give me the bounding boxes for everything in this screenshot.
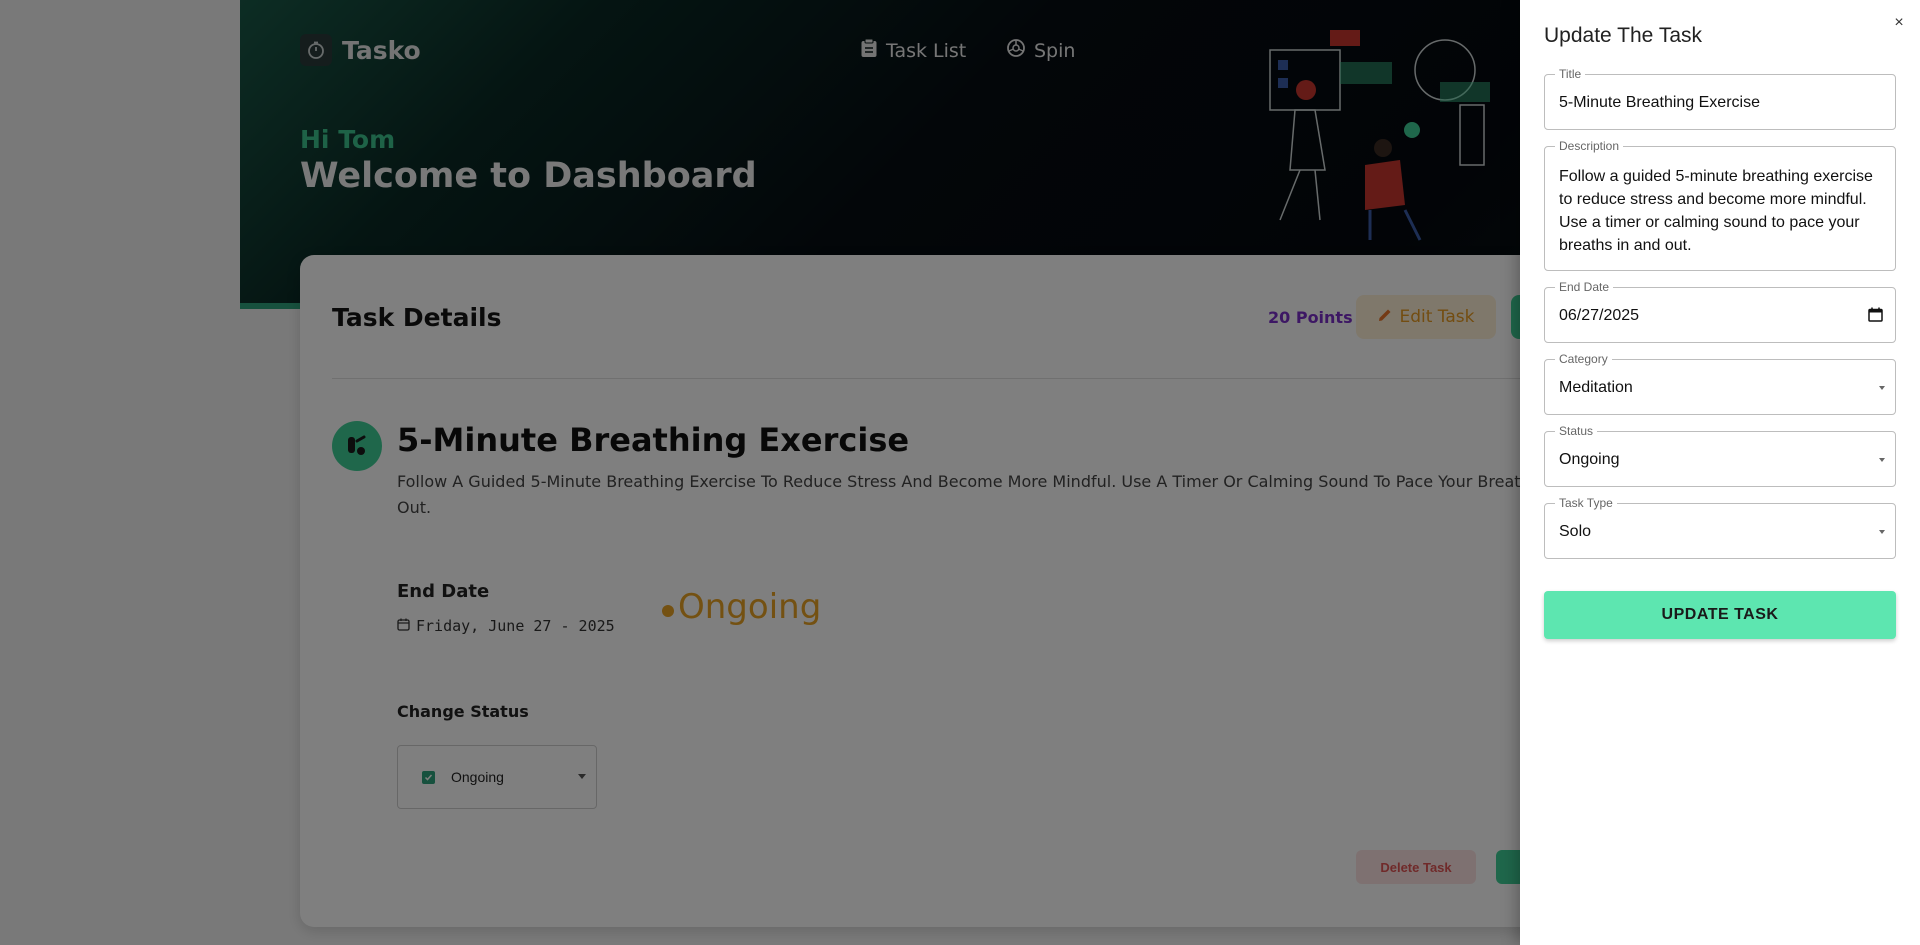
category-field-label: Category [1555,352,1612,366]
chevron-down-icon [1879,458,1885,462]
description-textarea[interactable]: Follow a guided 5-minute breathing exerc… [1559,165,1883,257]
chevron-down-icon [1879,386,1885,390]
chevron-down-icon [1879,530,1885,534]
task-type-select[interactable]: Task Type Solo [1544,496,1896,559]
drawer-title: Update The Task [1544,24,1702,47]
status-value: Ongoing [1559,451,1620,468]
task-type-value: Solo [1559,523,1592,540]
update-task-drawer: Update The Task × Title 5-Minute Breathi… [1520,0,1920,945]
title-field[interactable]: Title 5-Minute Breathing Exercise [1544,67,1896,130]
end-date-field-label: End Date [1555,280,1614,294]
status-select[interactable]: Status Ongoing [1544,424,1896,487]
description-field[interactable]: Description Follow a guided 5-minute bre… [1544,139,1896,271]
status-field-label: Status [1555,424,1598,438]
end-date-input[interactable]: 06/27/2025 [1559,307,1639,325]
description-field-label: Description [1555,139,1624,153]
task-type-field-label: Task Type [1555,496,1617,510]
title-input[interactable]: 5-Minute Breathing Exercise [1559,94,1760,112]
calendar-picker-icon[interactable] [1868,307,1883,327]
update-task-button[interactable]: Update Task [1544,591,1896,639]
title-field-label: Title [1555,67,1586,81]
category-select[interactable]: Category Meditation [1544,352,1896,415]
end-date-field[interactable]: End Date 06/27/2025 [1544,280,1896,343]
close-icon[interactable]: × [1890,14,1908,32]
category-value: Meditation [1559,379,1633,396]
